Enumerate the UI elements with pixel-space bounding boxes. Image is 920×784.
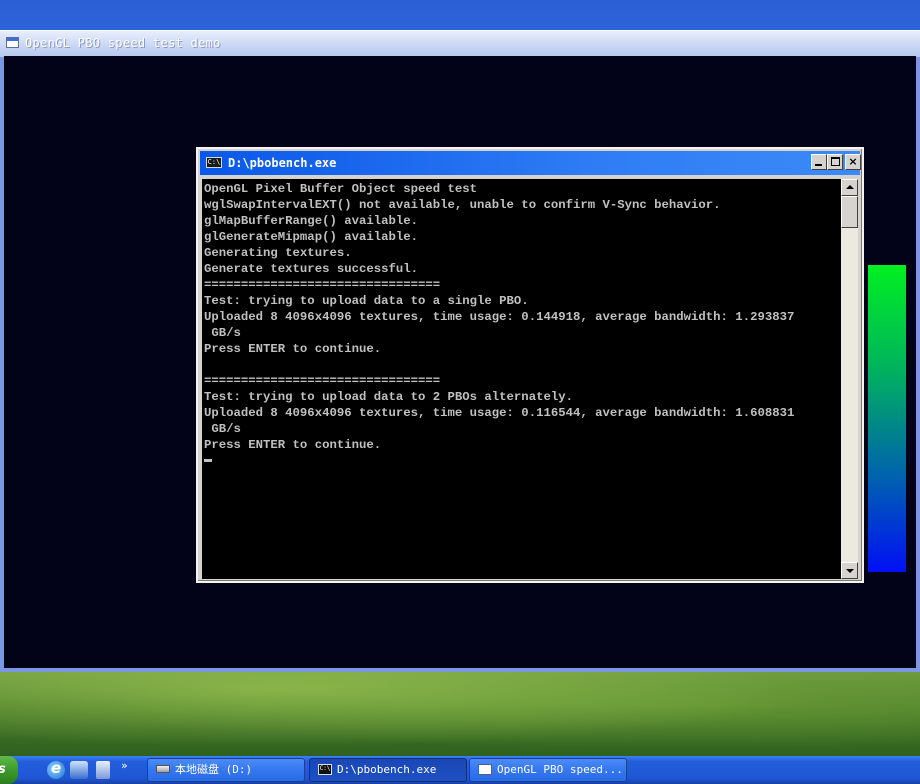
console-line: glMapBufferRange() available.	[204, 214, 419, 228]
start-button[interactable]: s	[0, 756, 18, 784]
scroll-up-button[interactable]	[841, 179, 858, 196]
console-line: Press ENTER to continue.	[204, 342, 382, 356]
console-line: GB/s	[204, 422, 241, 436]
console-line: Generating textures.	[204, 246, 352, 260]
console-title: D:\pbobench.exe	[228, 156, 337, 170]
console-line: Test: trying to upload data to a single …	[204, 294, 529, 308]
media-player-icon[interactable]	[70, 761, 88, 779]
console-window[interactable]: C:\ D:\pbobench.exe × OpenGL Pixel Buffe…	[196, 147, 864, 583]
taskbar-button-local-disk[interactable]: 本地磁盘 (D:)	[147, 758, 305, 782]
window-icon	[6, 37, 19, 48]
console-line: Uploaded 8 4096x4096 textures, time usag…	[204, 310, 795, 324]
taskbar-button-label: 本地磁盘 (D:)	[175, 763, 253, 776]
taskbar: s » 本地磁盘 (D:) C:\ D:\pbobench.exe OpenGL …	[0, 756, 920, 784]
maximize-button[interactable]	[827, 154, 843, 170]
gradient-texture-quad	[868, 265, 906, 572]
taskbar-button-console[interactable]: C:\ D:\pbobench.exe	[309, 758, 467, 782]
taskbar-button-opengl-demo[interactable]: OpenGL PBO speed...	[469, 758, 627, 782]
console-line: GB/s	[204, 326, 241, 340]
console-line: Uploaded 8 4096x4096 textures, time usag…	[204, 406, 795, 420]
console-titlebar[interactable]: C:\ D:\pbobench.exe ×	[200, 151, 861, 175]
console-line: OpenGL Pixel Buffer Object speed test	[204, 182, 478, 196]
console-line: ================================	[204, 278, 441, 292]
console-line: Test: trying to upload data to 2 PBOs al…	[204, 390, 573, 404]
scrollbar-thumb[interactable]	[841, 196, 858, 228]
console-icon: C:\	[318, 763, 332, 775]
internet-explorer-icon[interactable]	[47, 759, 65, 779]
quick-launch-expand-icon[interactable]: »	[121, 759, 128, 772]
opengl-window-titlebar[interactable]: OpenGL PBO speed test demo	[0, 30, 920, 57]
console-line: Generate textures successful.	[204, 262, 419, 276]
maximize-icon	[831, 157, 840, 166]
show-desktop-icon[interactable]	[96, 761, 110, 779]
console-line: ================================	[204, 374, 441, 388]
window-icon	[478, 763, 492, 775]
opengl-window-title: OpenGL PBO speed test demo	[25, 36, 221, 50]
console-line: wglSwapIntervalEXT() not available, unab…	[204, 198, 721, 212]
console-icon: C:\	[206, 157, 222, 168]
scroll-down-button[interactable]	[841, 562, 858, 579]
taskbar-button-label: OpenGL PBO speed...	[497, 763, 623, 776]
close-button[interactable]: ×	[845, 154, 861, 170]
console-output-text: OpenGL Pixel Buffer Object speed test wg…	[204, 181, 794, 453]
desktop-wallpaper-grass	[0, 672, 920, 756]
console-line: glGenerateMipmap() available.	[204, 230, 419, 244]
console-output-area[interactable]: OpenGL Pixel Buffer Object speed test wg…	[202, 179, 841, 579]
taskbar-button-label: D:\pbobench.exe	[337, 763, 437, 776]
minimize-button[interactable]	[811, 154, 827, 170]
console-scrollbar[interactable]	[841, 179, 858, 579]
drive-icon	[156, 765, 170, 773]
console-line: Press ENTER to continue.	[204, 438, 382, 452]
text-cursor	[204, 459, 212, 462]
minimize-icon	[815, 164, 822, 166]
